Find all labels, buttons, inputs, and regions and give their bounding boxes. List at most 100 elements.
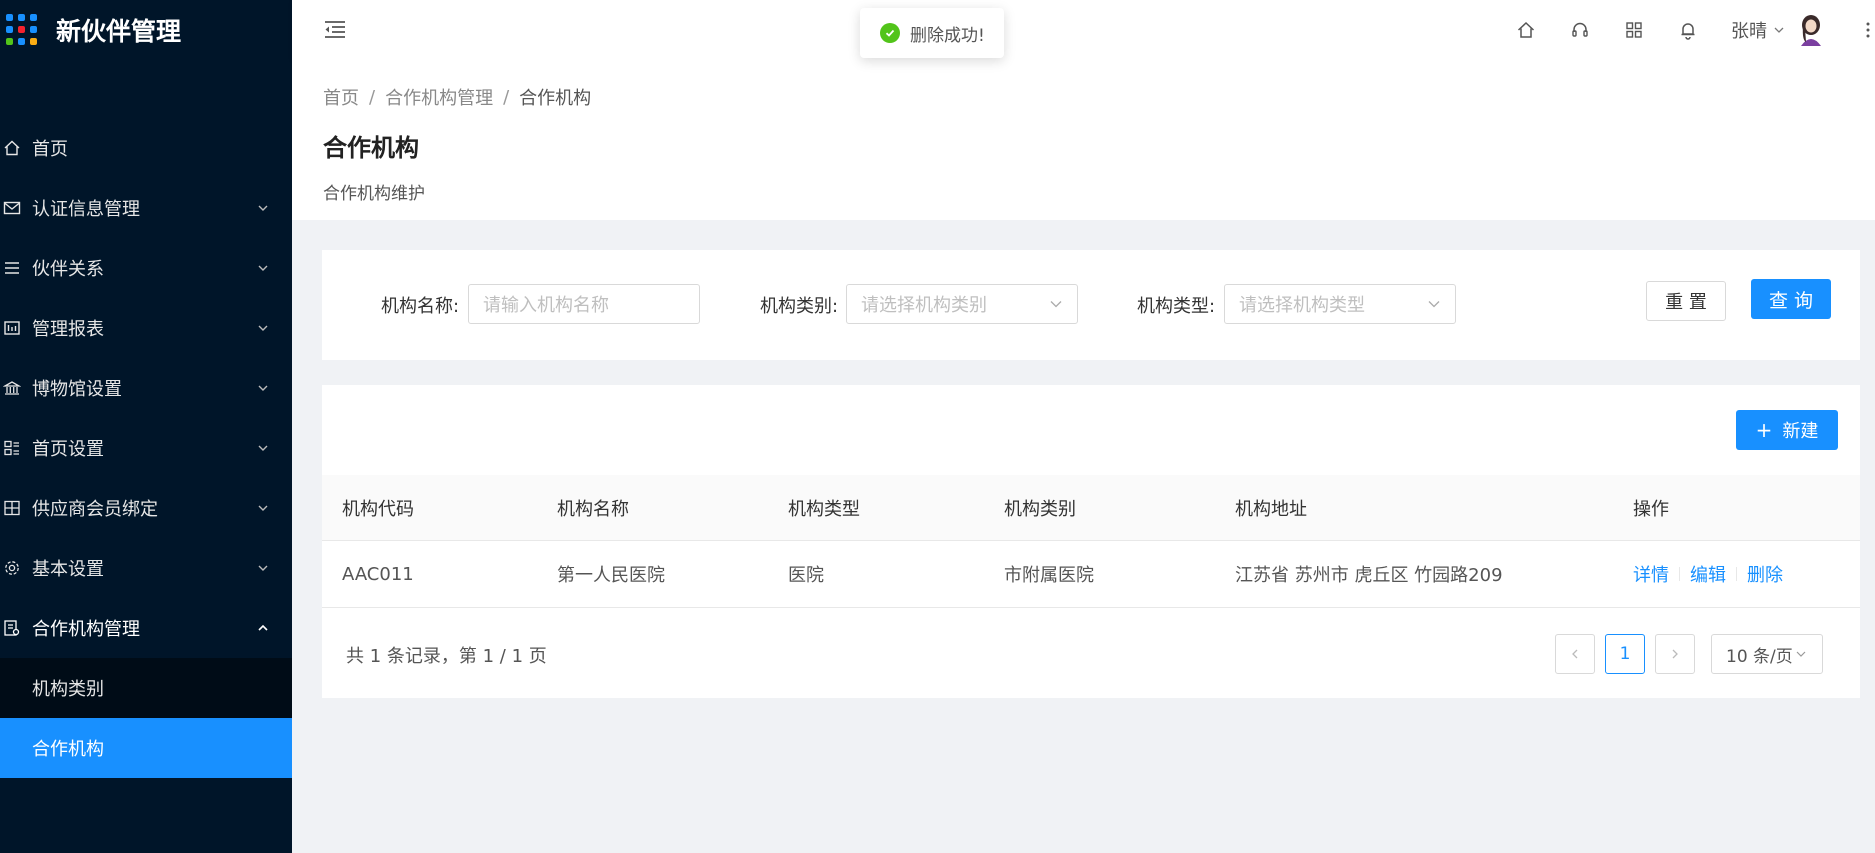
sidebar-item-label: 首页 — [32, 139, 68, 160]
logo-dot — [18, 26, 25, 33]
grid-icon — [2, 498, 22, 518]
org-category-select[interactable]: 请选择机构类别 — [846, 284, 1078, 324]
sidebar-item-basic-settings[interactable]: 基本设置 — [0, 538, 292, 598]
edit-link[interactable]: 编辑 — [1690, 561, 1726, 587]
query-button[interactable]: 查 询 — [1751, 279, 1831, 319]
sidebar-item-home[interactable]: 首页 — [0, 118, 292, 178]
bell-icon[interactable] — [1677, 19, 1699, 41]
chevron-up-icon — [258, 624, 268, 631]
breadcrumb-item-org-management[interactable]: 合作机构管理 — [385, 84, 493, 110]
headset-icon[interactable] — [1569, 19, 1591, 41]
org-name-placeholder: 请输入机构名称 — [483, 295, 609, 316]
sidebar-item-auth[interactable]: 认证信息管理 — [0, 178, 292, 238]
column-header: 机构地址 — [1235, 498, 1307, 520]
header-actions: 张晴 — [1515, 0, 1875, 60]
org-type-select[interactable]: 请选择机构类型 — [1224, 284, 1456, 324]
org-category-label: 机构类别: — [760, 296, 839, 317]
sidebar-item-label: 供应商会员绑定 — [32, 499, 158, 520]
sidebar-item-home-settings[interactable]: 首页设置 — [0, 418, 292, 478]
logo-dot — [30, 14, 37, 21]
success-toast: 删除成功! — [860, 8, 1004, 58]
list-icon — [2, 258, 22, 278]
table-header: 机构代码 机构名称 机构类型 机构类别 机构地址 操作 — [322, 475, 1860, 541]
avatar[interactable] — [1797, 14, 1825, 46]
breadcrumb-separator: / — [369, 86, 376, 108]
top-header: 张晴 — [292, 0, 1875, 60]
breadcrumb-separator: / — [503, 86, 510, 108]
sidebar-item-museum[interactable]: 博物馆设置 — [0, 358, 292, 418]
sidebar-item-label: 管理报表 — [32, 319, 104, 340]
sidebar-item-label: 博物馆设置 — [32, 379, 122, 400]
report-icon — [2, 318, 22, 338]
sidebar-subitem-partner-org[interactable]: 合作机构 — [0, 718, 292, 778]
sidebar-subitem-label: 合作机构 — [32, 739, 104, 760]
page-size-select[interactable]: 10 条/页 — [1711, 634, 1823, 674]
sidebar-item-label: 基本设置 — [32, 559, 104, 580]
chevron-down-icon — [1796, 651, 1806, 657]
chevron-down-icon — [258, 505, 268, 511]
org-icon — [2, 618, 22, 638]
chevron-down-icon[interactable] — [1773, 24, 1785, 36]
chevron-down-icon — [258, 565, 268, 571]
sidebar-item-supplier[interactable]: 供应商会员绑定 — [0, 478, 292, 538]
chevron-left-icon — [1572, 649, 1578, 659]
org-type-placeholder: 请选择机构类型 — [1239, 295, 1365, 316]
logo: 新伙伴管理 — [0, 0, 292, 60]
logo-dot — [18, 14, 25, 21]
layout-icon — [2, 438, 22, 458]
logo-dot — [30, 26, 37, 33]
sidebar-subitem-org-category[interactable]: 机构类别 — [0, 658, 292, 718]
next-page-button[interactable] — [1655, 634, 1695, 674]
table-card: + 新建 机构代码 机构名称 机构类型 机构类别 机构地址 操作 AAC011 … — [322, 385, 1860, 698]
chevron-down-icon — [258, 325, 268, 331]
logo-dot — [6, 14, 13, 21]
org-name-label: 机构名称: — [381, 296, 460, 317]
column-header: 机构名称 — [557, 498, 629, 520]
chevron-down-icon — [1428, 301, 1440, 308]
org-type-label: 机构类型: — [1137, 296, 1216, 317]
sidebar-item-label: 认证信息管理 — [32, 199, 140, 220]
org-name-input[interactable]: 请输入机构名称 — [468, 284, 700, 324]
sidebar-item-org-management[interactable]: 合作机构管理 — [0, 598, 292, 658]
prev-page-button[interactable] — [1555, 634, 1595, 674]
action-divider — [1736, 567, 1737, 581]
sidebar-menu: 首页 认证信息管理 伙伴关系 管理报表 博物馆设置 首页设置 供应商会员绑定 基… — [0, 118, 292, 778]
gear-icon — [2, 558, 22, 578]
reset-button[interactable]: 重 置 — [1646, 281, 1726, 321]
home-icon[interactable] — [1515, 19, 1537, 41]
sidebar-subitem-label: 机构类别 — [32, 679, 104, 700]
detail-link[interactable]: 详情 — [1633, 561, 1669, 587]
app-title: 新伙伴管理 — [56, 17, 182, 46]
action-divider — [1679, 567, 1680, 581]
sidebar-item-label: 伙伴关系 — [32, 259, 104, 280]
chevron-down-icon — [258, 385, 268, 391]
bank-icon — [2, 378, 22, 398]
cell-org-type: 医院 — [788, 565, 824, 586]
logo-dot — [30, 38, 37, 45]
apps-icon[interactable] — [1623, 19, 1645, 41]
row-actions: 详情 编辑 删除 — [1633, 541, 1783, 607]
logo-dot — [6, 26, 13, 33]
breadcrumb: 首页 / 合作机构管理 / 合作机构 — [323, 84, 1875, 110]
cell-org-name: 第一人民医院 — [557, 565, 665, 586]
delete-link[interactable]: 删除 — [1747, 561, 1783, 587]
cell-org-category: 市附属医院 — [1004, 565, 1094, 586]
cell-org-code: AAC011 — [342, 563, 414, 585]
submenu-org-management: 机构类别 合作机构 — [0, 658, 292, 778]
check-circle-icon — [880, 23, 900, 43]
menu-fold-icon[interactable] — [322, 17, 348, 43]
breadcrumb-item-current: 合作机构 — [519, 88, 592, 109]
more-icon[interactable] — [1865, 20, 1871, 40]
search-form: 机构名称: 请输入机构名称 机构类别: 请选择机构类别 机构类型: 请选择机构类… — [322, 250, 1860, 360]
sidebar-item-label: 首页设置 — [32, 439, 104, 460]
breadcrumb-item-home[interactable]: 首页 — [323, 84, 359, 110]
sidebar-item-report[interactable]: 管理报表 — [0, 298, 292, 358]
column-header: 机构代码 — [342, 498, 414, 520]
sidebar-item-label: 合作机构管理 — [32, 619, 140, 640]
page-header: 首页 / 合作机构管理 / 合作机构 合作机构 合作机构维护 — [292, 60, 1875, 220]
user-name[interactable]: 张晴 — [1731, 17, 1767, 43]
sidebar-item-partner[interactable]: 伙伴关系 — [0, 238, 292, 298]
page-button-1[interactable]: 1 — [1605, 634, 1645, 674]
sidebar: 新伙伴管理 首页 认证信息管理 伙伴关系 管理报表 博物馆设置 首页设置 供应商… — [0, 0, 292, 853]
new-button[interactable]: + 新建 — [1736, 410, 1838, 450]
